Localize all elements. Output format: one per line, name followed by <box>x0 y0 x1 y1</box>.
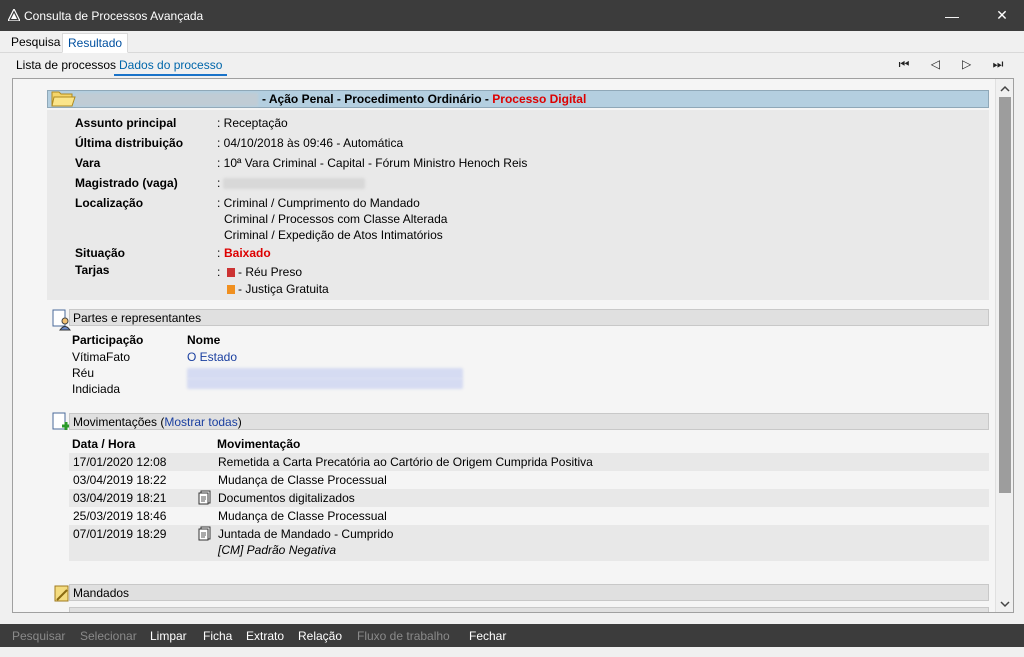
mov-date: 03/04/2019 18:21 <box>73 491 167 505</box>
extrato-button[interactable]: Extrato <box>246 629 284 643</box>
next-record-button[interactable]: ▷ <box>953 57 981 71</box>
limpar-button[interactable]: Limpar <box>150 629 187 643</box>
assunto-value: : Receptação <box>217 116 288 130</box>
record-navigation: ⏮ ◁ ▷ ⏭ <box>890 57 1012 72</box>
next-section-header-partial <box>69 607 989 612</box>
distribuicao-label: Última distribuição <box>75 136 184 150</box>
document-icon[interactable] <box>198 526 211 541</box>
vara-label: Vara <box>75 156 101 170</box>
partes-col-participacao: Participação <box>72 333 144 347</box>
situacao-prefix: : <box>217 246 221 260</box>
relacao-button[interactable]: Relação <box>298 629 342 643</box>
parte-participacao-2: Réu <box>72 366 95 380</box>
process-details-box: Assunto principal : Receptação Última di… <box>47 110 989 300</box>
mov-date: 25/03/2019 18:46 <box>73 509 167 523</box>
process-details-content: - Ação Penal - Procedimento Ordinário - … <box>13 79 995 612</box>
tarja-justica-gratuita: - Justiça Gratuita <box>227 282 329 296</box>
mov-note: [CM] Padrão Negativa <box>218 543 337 557</box>
mov-row[interactable]: 25/03/2019 18:46 Mudança de Classe Proce… <box>69 507 989 525</box>
scrollbar-thumb[interactable] <box>999 97 1011 493</box>
tarjas-label: Tarjas <box>75 263 110 277</box>
movimentacoes-section-header: Movimentações (Mostrar todas) <box>69 413 989 430</box>
subtab-dados-processo[interactable]: Dados do processo <box>114 56 228 76</box>
magistrado-label: Magistrado (vaga) <box>75 176 178 190</box>
result-subtabs: Lista de processos Dados do processo <box>0 54 1024 76</box>
mov-col-movimentacao: Movimentação <box>217 437 301 451</box>
mov-description: Juntada de Mandado - Cumprido <box>218 527 394 541</box>
process-class: - Ação Penal - Procedimento Ordinário - <box>262 92 489 106</box>
window-title: Consulta de Processos Avançada <box>24 9 204 23</box>
process-header: - Ação Penal - Procedimento Ordinário - … <box>47 90 989 108</box>
mov-row[interactable]: 03/04/2019 18:22 Mudança de Classe Proce… <box>69 471 989 489</box>
partes-section-header: Partes e representantes <box>69 309 989 326</box>
scroll-down-icon[interactable] <box>996 596 1014 612</box>
parte-participacao-3: Indiciada <box>72 382 121 396</box>
process-digital-badge: Processo Digital <box>492 92 587 106</box>
magistrado-redacted <box>223 178 365 189</box>
parte-nome-3-redacted[interactable] <box>187 378 463 389</box>
parte-participacao-1: VítimaFato <box>72 350 131 364</box>
parte-nome-1[interactable]: O Estado <box>187 350 237 364</box>
movimentacoes-title-suffix: ) <box>237 415 242 429</box>
app-logo-icon <box>8 9 20 21</box>
process-header-text: - Ação Penal - Procedimento Ordinário - … <box>262 92 586 106</box>
vara-value: : 10ª Vara Criminal - Capital - Fórum Mi… <box>217 156 528 170</box>
mov-description: Mudança de Classe Processual <box>218 509 387 523</box>
tarja-orange-swatch <box>227 285 235 294</box>
fechar-button[interactable]: Fechar <box>469 629 506 643</box>
magistrado-value: : <box>217 176 221 190</box>
tab-resultado[interactable]: Resultado <box>62 33 129 53</box>
localizacao-value-3: Criminal / Expedição de Atos Intimatório… <box>224 228 443 242</box>
distribuicao-value: : 04/10/2018 às 09:46 - Automática <box>217 136 404 150</box>
partes-col-nome: Nome <box>187 333 221 347</box>
localizacao-value-2: Criminal / Processos com Classe Alterada <box>224 212 448 226</box>
tab-pesquisa[interactable]: Pesquisa <box>6 33 65 53</box>
subtab-lista-processos[interactable]: Lista de processos <box>11 56 121 76</box>
localizacao-value-1: : Criminal / Cumprimento do Mandado <box>217 196 420 210</box>
vertical-scrollbar[interactable] <box>995 79 1014 612</box>
mov-description: Documentos digitalizados <box>218 491 355 505</box>
tarja-reu-preso: - Réu Preso <box>227 265 302 279</box>
tarjas-prefix: : <box>217 265 221 279</box>
mov-row[interactable]: 07/01/2019 18:29 Juntada de Mandado - Cu… <box>69 525 989 561</box>
mov-row[interactable]: 03/04/2019 18:21 Documentos digitalizado… <box>69 489 989 507</box>
mov-date: 17/01/2020 12:08 <box>73 455 167 469</box>
app-window: Consulta de Processos Avançada — ✕ Pesqu… <box>0 0 1024 657</box>
bottom-toolbar: Pesquisar Selecionar Limpar Ficha Extrat… <box>0 624 1024 647</box>
minimize-button[interactable]: — <box>932 0 972 31</box>
folder-icon <box>51 91 76 107</box>
mov-col-data: Data / Hora <box>72 437 136 451</box>
scroll-up-icon[interactable] <box>996 81 1014 97</box>
mostrar-todas-link[interactable]: Mostrar todas <box>164 415 237 429</box>
tarja-red-swatch <box>227 268 235 277</box>
document-icon[interactable] <box>198 490 211 505</box>
mov-row[interactable]: 17/01/2020 12:08 Remetida a Carta Precat… <box>69 453 989 471</box>
first-record-button[interactable]: ⏮ <box>890 57 918 72</box>
last-record-button[interactable]: ⏭ <box>984 57 1012 72</box>
ficha-button[interactable]: Ficha <box>203 629 232 643</box>
main-tabs: Pesquisa Resultado <box>0 31 1024 53</box>
assunto-label: Assunto principal <box>75 116 177 130</box>
process-details-panel: - Ação Penal - Procedimento Ordinário - … <box>12 78 1014 613</box>
mov-date: 07/01/2019 18:29 <box>73 527 167 541</box>
pesquisar-button[interactable]: Pesquisar <box>12 629 65 643</box>
mov-description: Remetida a Carta Precatória ao Cartório … <box>218 455 593 469</box>
close-button[interactable]: ✕ <box>982 0 1022 31</box>
situacao-value: Baixado <box>224 246 271 260</box>
movimentacoes-title: Movimentações ( <box>73 415 165 429</box>
title-bar: Consulta de Processos Avançada — ✕ <box>0 0 1024 31</box>
mov-date: 03/04/2019 18:22 <box>73 473 167 487</box>
tarja-reu-preso-label: - Réu Preso <box>238 265 303 279</box>
situacao-label: Situação <box>75 246 126 260</box>
fluxo-trabalho-button[interactable]: Fluxo de trabalho <box>357 629 450 643</box>
process-number-redacted <box>76 93 258 106</box>
mandados-section-header: Mandados <box>69 584 989 601</box>
localizacao-label: Localização <box>75 196 144 210</box>
tarja-justica-gratuita-label: - Justiça Gratuita <box>238 282 329 296</box>
mov-description: Mudança de Classe Processual <box>218 473 387 487</box>
prev-record-button[interactable]: ◁ <box>921 57 949 71</box>
selecionar-button[interactable]: Selecionar <box>80 629 137 643</box>
